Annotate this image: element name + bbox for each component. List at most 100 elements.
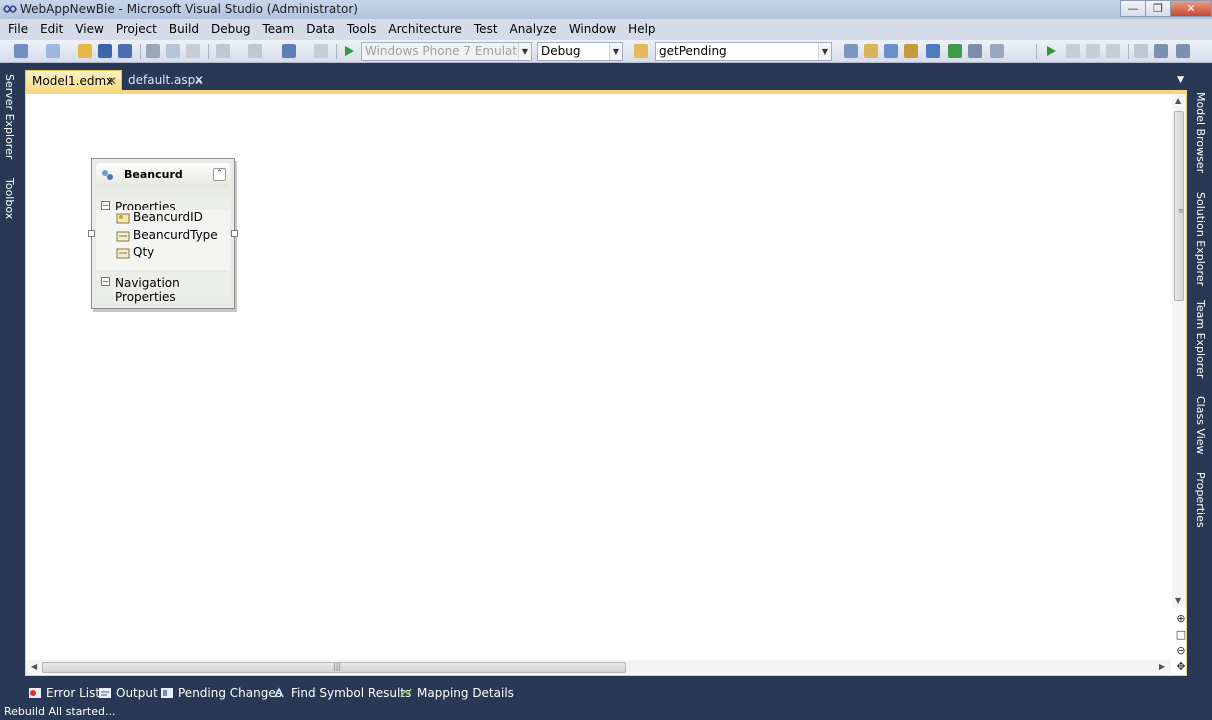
scroll-up-icon[interactable]: ▲ (1175, 96, 1181, 105)
solution-explorer-icon[interactable] (844, 44, 858, 58)
tab-model1-edmx[interactable]: Model1.edmx ✕ (25, 70, 122, 91)
step-over-icon[interactable] (1176, 44, 1190, 58)
menu-data[interactable]: Data (300, 20, 341, 39)
navigate-forward-icon[interactable] (314, 44, 328, 58)
server-explorer-tab[interactable]: Server Explorer (3, 74, 16, 159)
resize-handle-right[interactable] (231, 230, 238, 237)
menu-team[interactable]: Team (256, 20, 300, 39)
more-tools-icon[interactable] (990, 44, 1004, 58)
property-name: BeancurdID (133, 210, 203, 224)
toolbox-tab[interactable]: Toolbox (3, 178, 16, 219)
menu-test[interactable]: Test (468, 20, 504, 39)
close-tab-icon[interactable]: ✕ (107, 71, 117, 91)
configuration-combo[interactable]: Debug ▼ (537, 42, 623, 61)
show-next-statement-icon[interactable] (1134, 44, 1148, 58)
menu-view[interactable]: View (69, 20, 109, 39)
stop-debugging-icon[interactable] (1086, 44, 1100, 58)
navigate-backward-icon[interactable] (282, 44, 296, 58)
toolbox-icon[interactable] (904, 44, 918, 58)
start-page-icon[interactable] (926, 44, 940, 58)
open-file-icon[interactable] (78, 44, 92, 58)
class-view-tab[interactable]: Class View (1194, 396, 1207, 455)
chevron-down-icon: ▼ (609, 43, 622, 60)
find-symbol-results-tab[interactable]: Find Symbol Results (273, 684, 411, 702)
right-tool-strip: Model Browser Solution Explorer Team Exp… (1190, 84, 1212, 684)
restore-button[interactable]: ❐ (1145, 0, 1171, 17)
vertical-scrollbar[interactable]: ▲ ≡ ▼ (1172, 94, 1186, 608)
designer-canvas[interactable]: Beancurd ⌃ − Properties BeancurdID Beanc… (26, 94, 1171, 660)
zoom-to-fit-icon[interactable]: □ (1174, 628, 1188, 642)
save-all-icon[interactable] (118, 44, 132, 58)
close-icon: ✕ (1186, 2, 1196, 15)
scroll-right-icon[interactable]: ▶ (1159, 662, 1165, 671)
close-window-button[interactable]: ✕ (1170, 0, 1212, 17)
find-symbol-results-icon (274, 687, 284, 698)
undo-icon[interactable] (216, 44, 230, 58)
restart-icon[interactable] (1106, 44, 1120, 58)
restore-icon: ❐ (1153, 2, 1163, 15)
menu-analyze[interactable]: Analyze (504, 20, 563, 39)
menu-architecture[interactable]: Architecture (382, 20, 467, 39)
properties-icon[interactable] (864, 44, 878, 58)
output-tab[interactable]: Output (98, 684, 158, 702)
menu-window[interactable]: Window (563, 20, 622, 39)
menu-help[interactable]: Help (622, 20, 661, 39)
entity-header[interactable]: Beancurd ⌃ (96, 163, 230, 187)
copy-icon[interactable] (166, 44, 180, 58)
zoom-out-icon[interactable]: ⊖ (1174, 644, 1188, 658)
solution-explorer-tab[interactable]: Solution Explorer (1194, 192, 1207, 286)
cut-icon[interactable] (146, 44, 160, 58)
document-tabs: Model1.edmx ✕ default.aspx ✕ ▼ (19, 68, 1190, 91)
horizontal-scroll-thumb[interactable]: ||| (42, 662, 626, 673)
continue-icon[interactable] (1044, 44, 1058, 58)
entity-beancurd[interactable]: Beancurd ⌃ − Properties BeancurdID Beanc… (88, 158, 238, 309)
menu-tools[interactable]: Tools (341, 20, 383, 39)
extension-manager-icon[interactable] (948, 44, 962, 58)
new-project-icon[interactable] (14, 44, 28, 58)
title-bar: WebAppNewBie - Microsoft Visual Studio (… (0, 0, 1212, 19)
find-combo[interactable]: getPending ▼ (655, 42, 832, 61)
class-view-label: Class View (1194, 396, 1207, 455)
paste-icon[interactable] (186, 44, 200, 58)
move-diagram-icon[interactable]: ✥ (1174, 660, 1188, 674)
minimize-button[interactable]: — (1120, 0, 1146, 17)
add-item-icon[interactable] (46, 44, 60, 58)
menu-edit[interactable]: Edit (34, 20, 69, 39)
menu-debug[interactable]: Debug (205, 20, 256, 39)
navigation-properties-section[interactable]: − Navigation Properties (96, 273, 230, 304)
start-debugging-icon[interactable] (342, 44, 356, 58)
command-window-icon[interactable] (968, 44, 982, 58)
step-into-icon[interactable] (1154, 44, 1168, 58)
zoom-in-icon[interactable]: ⊕ (1174, 612, 1188, 626)
scroll-down-icon[interactable]: ▼ (1175, 596, 1181, 605)
vertical-scroll-thumb[interactable]: ≡ (1174, 111, 1184, 301)
close-tab-icon[interactable]: ✕ (194, 70, 204, 90)
model-browser-tab[interactable]: Model Browser (1194, 92, 1207, 173)
error-list-icon (29, 688, 41, 698)
target-device-combo[interactable]: Windows Phone 7 Emulator ▼ (361, 42, 532, 61)
properties-tab[interactable]: Properties (1194, 472, 1207, 528)
collapse-section-icon[interactable]: − (101, 201, 110, 210)
target-device-value: Windows Phone 7 Emulator (365, 44, 530, 58)
resize-handle-left[interactable] (88, 230, 95, 237)
collapse-section-icon[interactable]: − (101, 277, 110, 286)
horizontal-scrollbar[interactable]: ◀ ||| ▶ (26, 660, 1171, 674)
redo-icon[interactable] (248, 44, 262, 58)
save-icon[interactable] (98, 44, 112, 58)
tab-list-dropdown-icon[interactable]: ▼ (1177, 75, 1184, 85)
pending-changes-tab[interactable]: Pending Changes (160, 684, 282, 702)
edmx-designer: Beancurd ⌃ − Properties BeancurdID Beanc… (25, 90, 1187, 676)
object-browser-icon[interactable] (884, 44, 898, 58)
menu-file[interactable]: File (2, 20, 34, 39)
find-in-files-icon[interactable] (634, 44, 648, 58)
menu-build[interactable]: Build (163, 20, 205, 39)
break-all-icon[interactable] (1066, 44, 1080, 58)
mapping-details-tab[interactable]: Mapping Details (399, 684, 514, 702)
scroll-left-icon[interactable]: ◀ (31, 662, 37, 671)
tab-default-aspx[interactable]: default.aspx ✕ (122, 70, 208, 91)
error-list-tab[interactable]: Error List (28, 684, 100, 702)
menu-project[interactable]: Project (110, 20, 163, 39)
collapse-entity-icon[interactable]: ⌃ (213, 168, 226, 181)
menu-bar: File Edit View Project Build Debug Team … (0, 19, 1212, 40)
team-explorer-tab[interactable]: Team Explorer (1194, 300, 1207, 378)
